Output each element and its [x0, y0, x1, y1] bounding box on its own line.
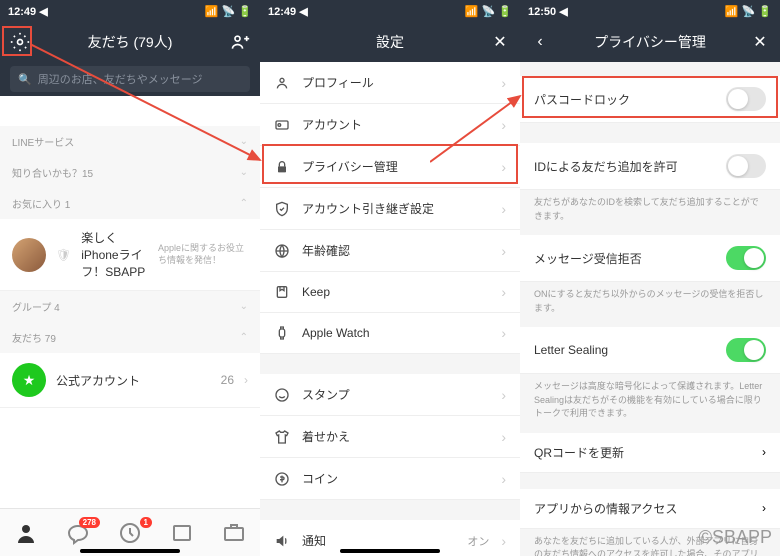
section-header[interactable]: LINEサービス⌄ [0, 126, 260, 157]
section-header[interactable]: 友だち 79⌃ [0, 322, 260, 353]
chevron-right-icon: › [501, 533, 506, 549]
toggle-off[interactable] [726, 154, 766, 178]
signal-icons: 📶 📡 🔋 [205, 5, 252, 18]
star-icon: ★ [12, 363, 46, 397]
row-app-access[interactable]: アプリからの情報アクセス› [520, 489, 780, 529]
coin-icon [274, 471, 290, 487]
home-indicator[interactable] [340, 549, 440, 553]
description: ONにすると友だち以外からのメッセージの受信を拒否します。 [520, 282, 780, 327]
chevron-right-icon: › [762, 445, 766, 459]
avatar [12, 238, 46, 272]
settings-row[interactable]: Apple Watch› [260, 313, 520, 354]
settings-row[interactable]: プロフィール› [260, 62, 520, 104]
settings-row[interactable]: アカウント› [260, 104, 520, 146]
keep-icon [274, 284, 290, 300]
row-block-msg[interactable]: メッセージ受信拒否 [520, 235, 780, 282]
description: メッセージは高度な暗号化によって保護されます。Letter Sealingは友だ… [520, 374, 780, 433]
chevron-right-icon: › [501, 471, 506, 487]
highlight-gear [2, 26, 32, 56]
chevron-right-icon: › [501, 75, 506, 91]
phone-friends: 12:49 ◀ 📶 📡 🔋 友だち (79人) 🔍周辺のお店、友だちやメッセージ… [0, 0, 260, 556]
close-icon[interactable]: ✕ [750, 32, 770, 52]
section-header[interactable]: お気に入り 1⌃ [0, 188, 260, 219]
tab-wallet[interactable] [222, 521, 246, 545]
page-title: 設定 [290, 32, 490, 52]
status-bar: 12:50 ◀ 📶 📡 🔋 [520, 0, 780, 22]
tab-news[interactable] [170, 521, 194, 545]
toggle-on[interactable] [726, 246, 766, 270]
shirt-icon [274, 429, 290, 445]
highlight-privacy-row [262, 144, 518, 184]
section-header[interactable]: 知り合いかも？15⌄ [0, 157, 260, 188]
status-bar: 12:49 ◀ 📶 📡 🔋 [260, 0, 520, 22]
tab-chats[interactable]: 278 [66, 521, 90, 545]
row-allow-id[interactable]: IDによる友だち追加を許可 [520, 143, 780, 190]
chevron-right-icon: › [501, 387, 506, 403]
watermark: ©SBAPP [699, 527, 772, 548]
watch-icon [274, 325, 290, 341]
smile-icon [274, 387, 290, 403]
header: 友だち (79人) [0, 22, 260, 62]
settings-row[interactable]: 着せかえ› [260, 416, 520, 458]
phone-settings: 12:49 ◀ 📶 📡 🔋 設定 ✕ プロフィール›アカウント›プライバシー管理… [260, 0, 520, 556]
add-friend-icon[interactable] [230, 32, 250, 52]
search-bar[interactable]: 🔍周辺のお店、友だちやメッセージ [0, 62, 260, 96]
settings-row[interactable]: Keep› [260, 272, 520, 313]
search-icon: 🔍 [18, 73, 32, 86]
row-qr[interactable]: QRコードを更新› [520, 433, 780, 473]
shield-icon [274, 201, 290, 217]
close-icon[interactable]: ✕ [490, 32, 510, 52]
page-title: 友だち (79人) [30, 32, 230, 52]
back-icon[interactable]: ‹ [530, 32, 550, 52]
chevron-right-icon: › [244, 373, 248, 387]
settings-row[interactable]: コイン› [260, 458, 520, 500]
toggle-on[interactable] [726, 338, 766, 362]
settings-row[interactable]: スタンプ› [260, 374, 520, 416]
chevron-right-icon: › [501, 429, 506, 445]
tab-friends[interactable] [14, 521, 38, 545]
header: 設定 ✕ [260, 22, 520, 62]
home-indicator[interactable] [80, 549, 180, 553]
section-header[interactable]: グループ 4⌄ [0, 291, 260, 322]
description: 友だちがあなたのIDを検索して友だち追加することができます。 [520, 190, 780, 235]
page-title: プライバシー管理 [550, 32, 750, 52]
settings-row[interactable]: 年齢確認› [260, 230, 520, 272]
status-bar: 12:49 ◀ 📶 📡 🔋 [0, 0, 260, 22]
official-row[interactable]: ★ 公式アカウント 26 › [0, 353, 260, 408]
chevron-right-icon: › [501, 284, 506, 300]
highlight-passcode-row [522, 76, 778, 118]
friend-row[interactable]: 🛡 楽しくiPhoneライフ！SBAPP Appleに関するお役立ち情報を発信！ [0, 219, 260, 291]
settings-row[interactable]: アカウント引き継ぎ設定› [260, 188, 520, 230]
tab-timeline[interactable]: 1 [118, 521, 142, 545]
person-icon [274, 75, 290, 91]
chevron-right-icon: › [501, 243, 506, 259]
card-icon [274, 117, 290, 133]
header: ‹ プライバシー管理 ✕ [520, 22, 780, 62]
shield-icon: 🛡 [56, 248, 71, 262]
chevron-right-icon: › [501, 325, 506, 341]
chevron-right-icon: › [501, 117, 506, 133]
speaker-icon [274, 533, 290, 549]
row-letter-sealing[interactable]: Letter Sealing [520, 327, 780, 374]
globe-icon [274, 243, 290, 259]
chevron-right-icon: › [501, 201, 506, 217]
